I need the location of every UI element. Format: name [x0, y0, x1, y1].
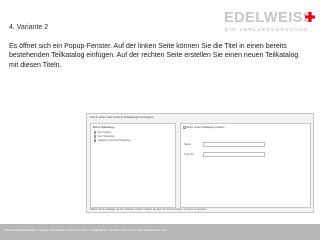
- catalog-tree: Mein Katalog Mein Teilkatalog Teilkatalo…: [94, 131, 130, 143]
- add-to-catalog-dialog: Titel in einen oder mehrere Teilkataloge…: [86, 113, 314, 213]
- slide-title: 4. Variante 2: [9, 24, 49, 31]
- slide-body-text: Es öffnet sich ein Popup-Fenster. Auf de…: [9, 43, 299, 69]
- new-catalog-option[interactable]: Einen neuen Teilkatalog erstellen: [183, 126, 225, 129]
- new-catalog-pane: Einen neuen Teilkatalog erstellen Name C…: [180, 123, 311, 208]
- catalog-item-label: Mein Katalog: [97, 131, 112, 134]
- new-catalog-label: Einen neuen Teilkatalog erstellen: [186, 126, 225, 129]
- existing-catalogs-pane: Meine Teilkataloge Mein Katalog Mein Tei…: [90, 123, 176, 208]
- logo-wordmark: EDELWEISS: [224, 10, 314, 26]
- name-label: Name: [184, 143, 191, 146]
- dialog-title: Titel in einen oder mehrere Teilkataloge…: [90, 115, 154, 119]
- dialog-status-text: Wählen Sie die Kataloge, die Sie einbind…: [90, 209, 208, 211]
- cross-icon: [305, 12, 315, 22]
- edelweiss-logo: EDELWEISS DIE VERLAGSVORSCHAU: [224, 10, 315, 36]
- catalog-item-label: Teilkatalog Sachbuch/Ratgeber: [97, 139, 131, 142]
- catalog-item[interactable]: Teilkatalog Sachbuch/Ratgeber: [94, 139, 130, 143]
- existing-catalogs-heading: Meine Teilkataloge: [93, 126, 115, 129]
- name-input[interactable]: [203, 142, 265, 147]
- copy-id-input[interactable]: [203, 152, 265, 157]
- catalog-item-label: Mein Teilkatalog: [97, 135, 115, 138]
- footer-text: Navarberg Rationalisation Verlags- und M…: [4, 228, 167, 232]
- logo-tagline: DIE VERLAGSVORSCHAU: [225, 27, 309, 32]
- copy-id-label: Copy-ID: [184, 153, 194, 156]
- radio-icon[interactable]: [183, 126, 186, 129]
- footer-bar: Navarberg Rationalisation Verlags- und M…: [0, 224, 320, 240]
